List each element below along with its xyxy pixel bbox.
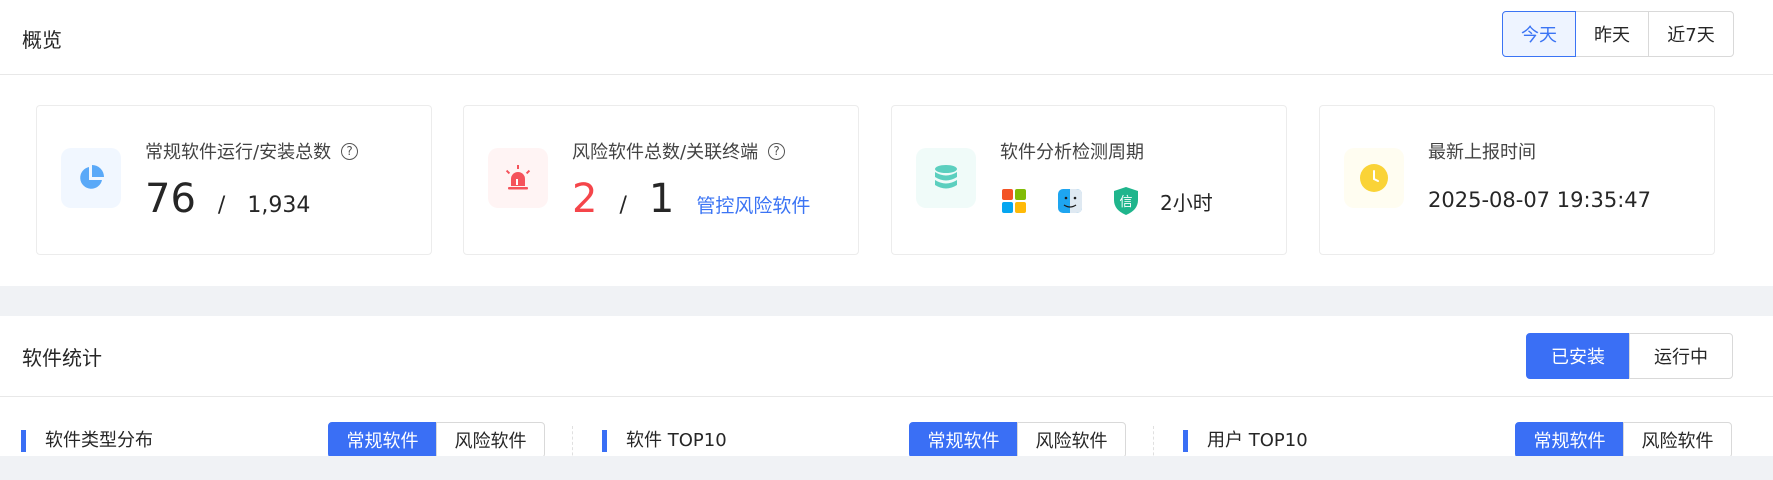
card-report-label: 最新上报时间 (1428, 142, 1536, 163)
toggle-normal-software[interactable]: 常规软件 (328, 422, 437, 458)
xinchuang-shield-icon: 信 (1112, 187, 1140, 215)
card-normal-label-text: 常规软件运行/安装总数 (145, 142, 332, 163)
help-icon[interactable]: ? (341, 142, 359, 160)
card-cycle-label: 软件分析检测周期 (1000, 142, 1144, 163)
tab-running[interactable]: 运行中 (1629, 333, 1733, 379)
section-title: 用户 TOP10 (1207, 430, 1308, 451)
range-tabs: 今天 昨天 近7天 (1502, 11, 1734, 57)
card-normal-values: 76 / 1,934 (145, 176, 310, 232)
section-marker (21, 430, 26, 452)
alarm-icon (488, 148, 548, 208)
last-report-time: 2025-08-07 19:35:47 (1428, 188, 1652, 212)
card-risk-label: 风险软件总数/关联终端 ? (572, 138, 786, 164)
stats-header: 软件统计 已安装 运行中 (0, 316, 1773, 397)
toggle-normal-software[interactable]: 常规软件 (909, 422, 1018, 458)
range-tab-yesterday[interactable]: 昨天 (1575, 11, 1649, 57)
section-user-top10: 用户 TOP10 常规软件 风险软件 (1183, 422, 1733, 460)
separator: / (619, 193, 627, 218)
card-detection-cycle: 软件分析检测周期 信 2小时 (891, 105, 1287, 255)
card-risk-values: 2 / 1 管控风险软件 (572, 176, 810, 232)
section-software-top10: 软件 TOP10 常规软件 风险软件 (602, 422, 1128, 460)
help-icon[interactable]: ? (768, 142, 786, 160)
card-risk-software: 风险软件总数/关联终端 ? 2 / 1 管控风险软件 (463, 105, 859, 255)
section-marker (602, 430, 607, 452)
software-stats-panel: 软件统计 已安装 运行中 软件类型分布 常规软件 风险软件 软件 TOP10 常… (0, 316, 1773, 466)
section-type-distribution: 软件类型分布 常规软件 风险软件 (21, 422, 547, 460)
separator: / (217, 193, 226, 218)
os-icons: 信 2小时 (1000, 176, 1213, 226)
toggle-risk-software[interactable]: 风险软件 (1017, 422, 1126, 458)
shield-char: 信 (1119, 195, 1132, 210)
section-toggle: 常规软件 风险软件 (909, 422, 1126, 458)
range-tab-7days[interactable]: 近7天 (1648, 11, 1734, 57)
section-marker (1183, 430, 1188, 452)
overview-header: 概览 今天 昨天 近7天 (0, 0, 1773, 75)
toggle-risk-software[interactable]: 风险软件 (1623, 422, 1732, 458)
risk-count: 2 (572, 176, 598, 222)
stats-title: 软件统计 (22, 346, 102, 370)
terminal-count: 1 (648, 176, 675, 222)
toggle-normal-software[interactable]: 常规软件 (1515, 422, 1624, 458)
toggle-risk-software[interactable]: 风险软件 (436, 422, 545, 458)
tab-installed[interactable]: 已安装 (1526, 333, 1630, 379)
installed-count: 1,934 (247, 193, 311, 218)
section-title: 软件 TOP10 (626, 430, 727, 451)
card-risk-label-text: 风险软件总数/关联终端 (572, 142, 759, 163)
detection-period: 2小时 (1160, 190, 1213, 215)
macos-finder-icon (1056, 187, 1084, 215)
section-title: 软件类型分布 (45, 430, 153, 451)
card-normal-software: 常规软件运行/安装总数 ? 76 / 1,934 (36, 105, 432, 255)
stats-tabs: 已安装 运行中 (1526, 333, 1733, 379)
overview-panel: 概览 今天 昨天 近7天 常规软件运行/安装总数 ? 76 / 1,934 风险… (0, 0, 1773, 286)
range-tab-today[interactable]: 今天 (1502, 11, 1576, 57)
running-count: 76 (145, 176, 196, 222)
manage-risk-software-link[interactable]: 管控风险软件 (696, 191, 810, 218)
windows-icon (1000, 187, 1028, 215)
card-normal-label: 常规软件运行/安装总数 ? (145, 138, 359, 164)
clock-icon (1344, 148, 1404, 208)
pie-chart-icon (61, 148, 121, 208)
viewport-bottom-edge (0, 456, 1773, 480)
overview-title: 概览 (22, 28, 62, 52)
section-toggle: 常规软件 风险软件 (1515, 422, 1732, 458)
database-icon (916, 148, 976, 208)
section-toggle: 常规软件 风险软件 (328, 422, 545, 458)
card-last-report: 最新上报时间 2025-08-07 19:35:47 (1319, 105, 1715, 255)
